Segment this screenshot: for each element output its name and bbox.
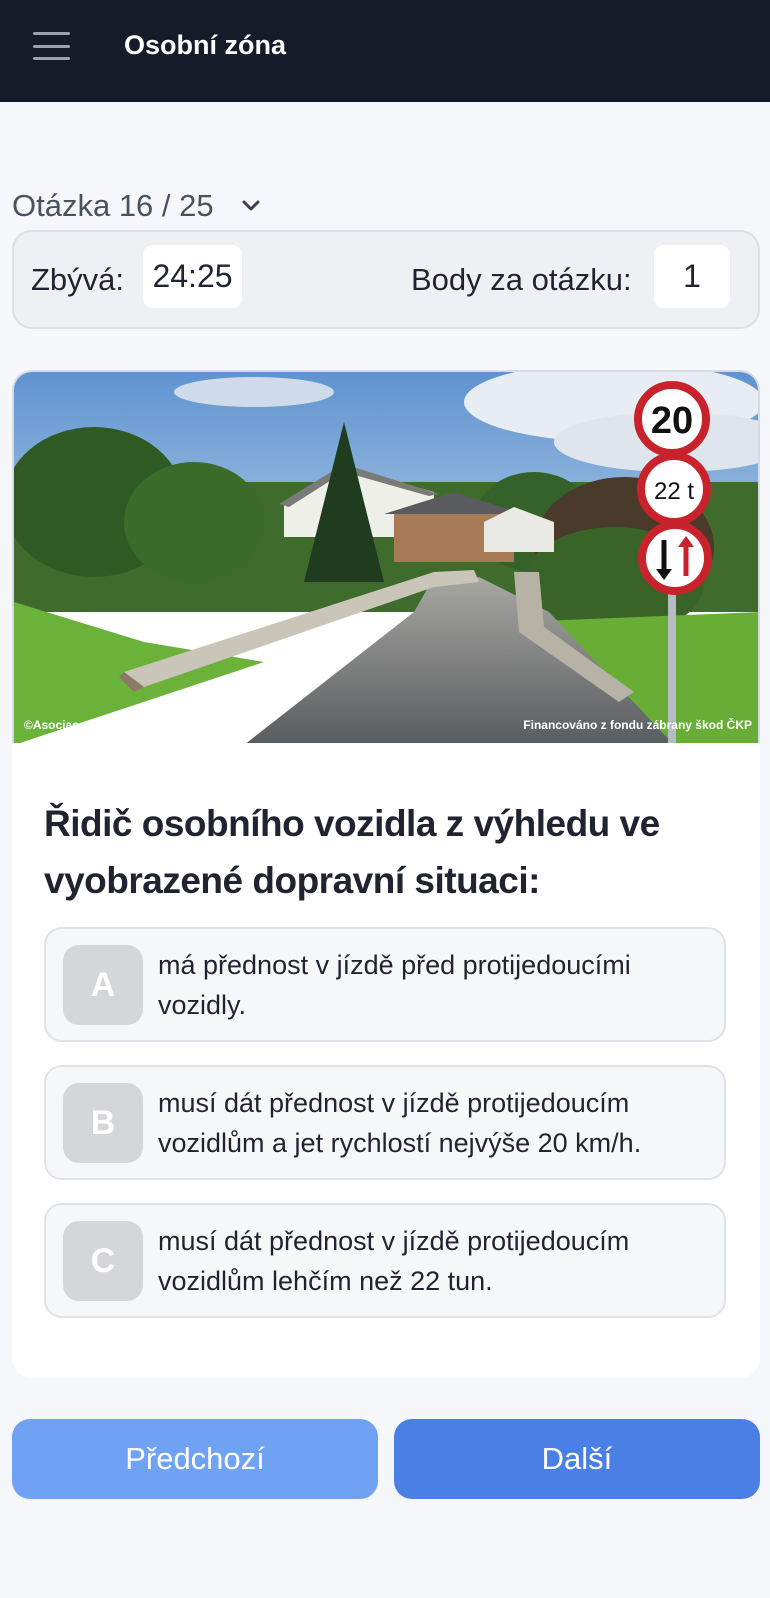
app-title: Osobní zóna (124, 30, 286, 60)
answer-text-b: musí dát přednost v jízdě protijedoucím … (158, 1088, 642, 1158)
answer-letter-c: C (63, 1221, 143, 1301)
answer-option-c[interactable]: C musí dát přednost v jízdě protijedoucí… (44, 1203, 726, 1318)
chevron-down-icon (242, 200, 260, 211)
question-text: Řidič osobního vozidla z výhledu ve vyob… (44, 803, 660, 901)
answer-letter-b: B (63, 1083, 143, 1163)
answer-option-a[interactable]: A má přednost v jízdě před protijedoucím… (44, 927, 726, 1042)
traffic-scene-image: 20 22 t ©Asociace autoškol ČR 2021 Finan… (14, 372, 758, 743)
question-card: 20 22 t ©Asociace autoškol ČR 2021 Finan… (12, 370, 760, 1378)
answer-text-a: má přednost v jízdě před protijedoucími … (158, 950, 631, 1020)
points-label: Body za otázku: (411, 262, 632, 297)
top-bar: Osobní zóna (0, 0, 770, 102)
question-counter: Otázka 16 / 25 (12, 188, 214, 223)
question-selector[interactable]: Otázka 16 / 25 (12, 188, 262, 224)
previous-button[interactable]: Předchozí (12, 1419, 378, 1499)
status-panel: Zbývá: 24:25 Body za otázku: 1 (12, 230, 760, 329)
image-credit-left: ©Asociace autoškol ČR 2021 (24, 717, 189, 732)
hamburger-icon[interactable] (33, 32, 70, 60)
timer-value: 24:25 (143, 245, 242, 308)
question-image: 20 22 t ©Asociace autoškol ČR 2021 Finan… (12, 370, 760, 743)
next-button[interactable]: Další (394, 1419, 760, 1499)
answer-letter-a: A (63, 945, 143, 1025)
answer-text-c: musí dát přednost v jízdě protijedoucím … (158, 1226, 630, 1296)
remaining-label: Zbývá: (31, 262, 125, 297)
image-credit-right: Financováno z fondu zábrany škod ČKP (523, 717, 752, 732)
answer-option-b[interactable]: B musí dát přednost v jízdě protijedoucí… (44, 1065, 726, 1180)
sign-weight-text: 22 t (654, 478, 694, 505)
points-value: 1 (654, 245, 730, 308)
sign-speed-text: 20 (651, 400, 693, 442)
